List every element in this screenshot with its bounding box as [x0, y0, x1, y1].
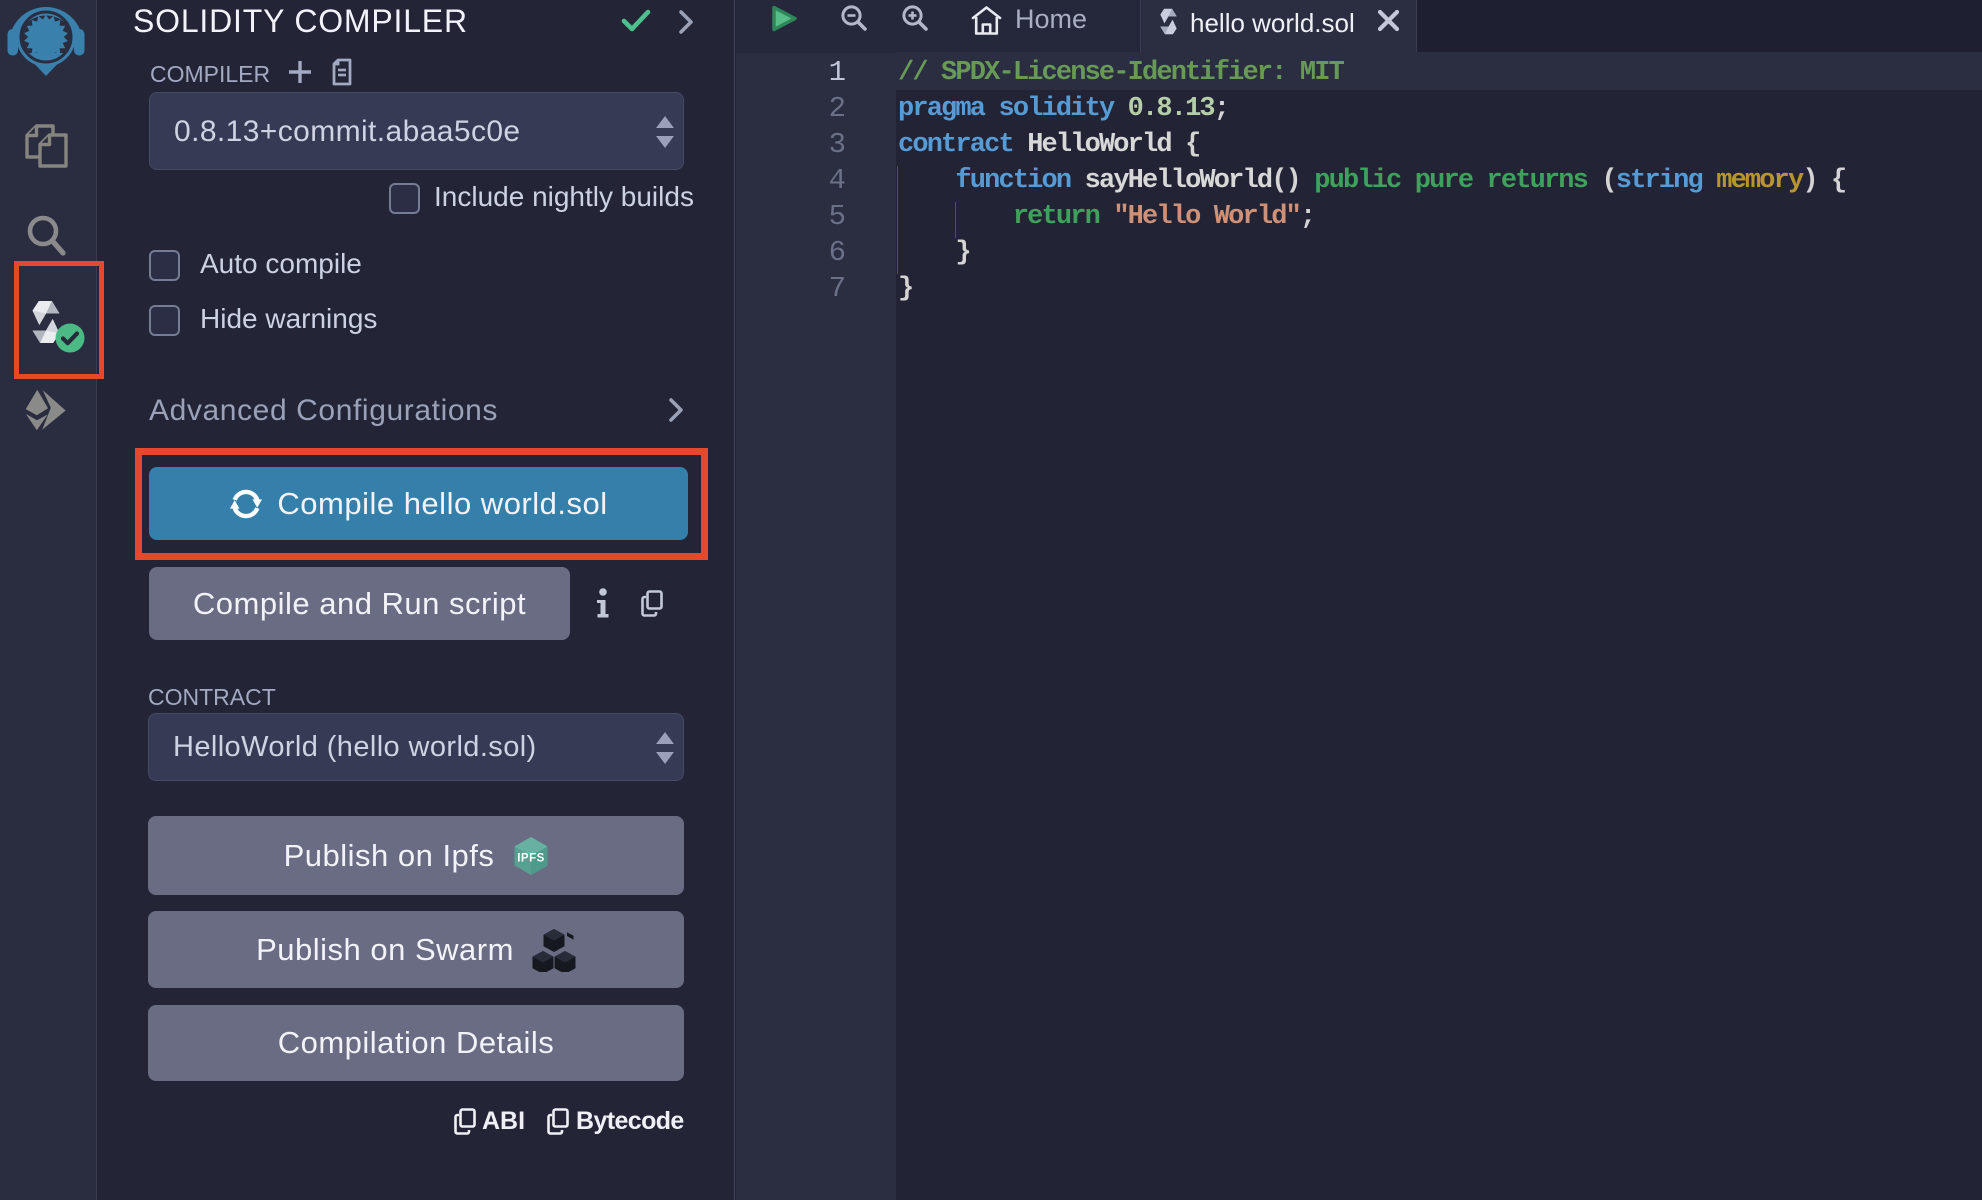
svg-text:IPFS: IPFS [518, 852, 546, 864]
